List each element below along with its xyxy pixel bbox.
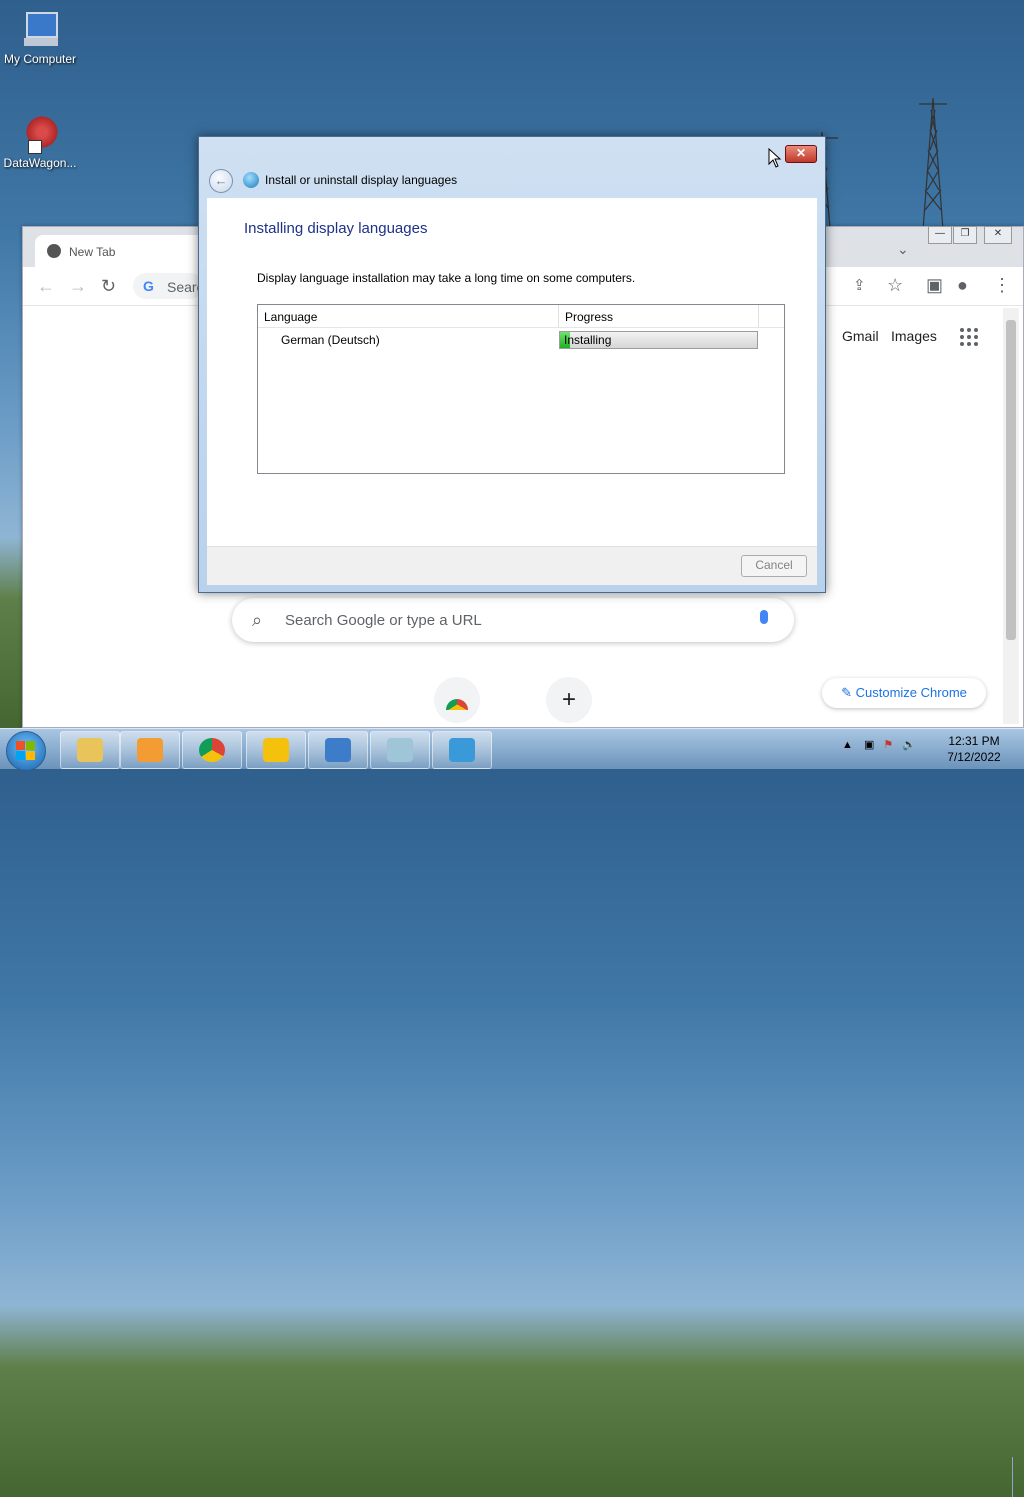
desktop-icon-datawagon[interactable]: DataWagon... [0, 114, 80, 170]
file-explorer-icon [77, 738, 103, 762]
restore-button[interactable]: ❐ [953, 226, 977, 244]
taskbar-button-language-installer[interactable] [432, 731, 492, 769]
images-link[interactable]: Images [891, 328, 937, 344]
google-g-icon: G [143, 278, 154, 294]
chrome-store-icon [446, 699, 468, 710]
language-name: German (Deutsch) [281, 333, 380, 347]
volume-icon[interactable]: 🔈 [902, 739, 916, 751]
google-apps-icon[interactable] [960, 328, 978, 346]
start-button[interactable] [6, 731, 46, 771]
install-progress-bar: Installing [559, 331, 758, 349]
taskbar-button-notepad[interactable] [370, 731, 430, 769]
windows-logo-icon [16, 741, 25, 750]
dialog-title: Install or uninstall display languages [265, 173, 458, 187]
language-installer-icon [449, 738, 475, 762]
dialog-close-button[interactable]: ✕ [785, 145, 817, 163]
search-icon: ⌕ [252, 610, 263, 630]
taskbar-button-lock-app[interactable] [246, 731, 306, 769]
menu-kebab-icon[interactable]: ⋮ [993, 275, 1011, 295]
customize-chrome-label: Customize Chrome [855, 685, 967, 700]
clock-time: 12:31 PM [948, 734, 1000, 748]
cancel-button[interactable]: Cancel [741, 555, 807, 577]
control-panel-icon [325, 738, 351, 762]
bookmark-star-icon[interactable]: ☆ [887, 275, 903, 295]
back-arrow-icon[interactable]: ← [37, 276, 55, 296]
gmail-link[interactable]: Gmail [842, 328, 879, 344]
search-placeholder: Search Google or type a URL [285, 612, 482, 629]
microphone-icon[interactable] [760, 610, 768, 624]
column-divider [558, 305, 559, 327]
taskbar-button-media-player[interactable] [120, 731, 180, 769]
forward-arrow-icon[interactable]: → [69, 276, 87, 296]
media-player-icon [137, 738, 163, 762]
language-list[interactable]: Language Progress German (Deutsch) Insta… [257, 304, 785, 474]
omnibox[interactable]: G Searc [133, 273, 204, 299]
network-icon[interactable]: ▣ [864, 739, 874, 751]
notepad-icon [387, 738, 413, 762]
tab-new-tab[interactable]: New Tab [35, 235, 215, 267]
tab-title: New Tab [69, 245, 116, 259]
dialog-content: Installing display languages Display lan… [207, 198, 817, 546]
language-globe-icon [243, 172, 259, 188]
taskbar-button-file-explorer[interactable] [60, 731, 120, 769]
show-desktop-button[interactable] [1012, 1457, 1024, 1497]
show-hidden-icons-icon[interactable]: ▲ [842, 739, 853, 751]
taskbar-button-control-panel[interactable] [308, 731, 368, 769]
computer-icon [18, 10, 62, 50]
radio-tower-image [905, 90, 965, 231]
share-icon[interactable]: ⇪ [853, 276, 866, 296]
chrome-favicon-icon [47, 244, 61, 258]
list-header: Language Progress [258, 305, 784, 328]
page-scrollbar[interactable] [1003, 308, 1019, 724]
google-search-box[interactable]: ⌕ Search Google or type a URL [232, 598, 794, 642]
column-header-language[interactable]: Language [264, 310, 317, 324]
desktop-icon-my-computer[interactable]: My Computer [0, 10, 80, 66]
scrollbar-thumb[interactable] [1006, 320, 1016, 640]
customize-chrome-button[interactable]: ✎ Customize Chrome [822, 678, 986, 708]
close-button[interactable]: ✕ [984, 226, 1012, 244]
action-center-flag-icon[interactable]: ⚑ [883, 739, 893, 751]
pencil-icon: ✎ [841, 685, 856, 700]
chrome-icon [199, 738, 225, 762]
taskbar-button-chrome[interactable] [182, 731, 242, 769]
install-languages-dialog[interactable]: ✕ ← Install or uninstall display languag… [198, 136, 826, 593]
datawagon-icon [18, 114, 62, 154]
page-heading: Installing display languages [244, 220, 428, 237]
progress-status: Installing [564, 333, 612, 347]
reload-icon[interactable]: ↻ [101, 276, 116, 296]
column-divider [758, 305, 759, 327]
minimize-button[interactable]: — [928, 226, 952, 244]
shortcut-chrome-web-store[interactable] [434, 677, 480, 723]
lock-app-icon [263, 738, 289, 762]
desktop-icon-label: DataWagon... [3, 156, 77, 170]
side-panel-icon[interactable]: ▣ [926, 275, 943, 295]
back-button[interactable]: ← [209, 169, 233, 193]
add-shortcut-button[interactable]: + [546, 677, 592, 723]
tab-search-chevron-icon[interactable]: ⌄ [897, 239, 909, 259]
mouse-cursor-icon [768, 147, 782, 171]
clock-date: 7/12/2022 [947, 750, 1001, 764]
profile-icon[interactable]: ● [957, 275, 968, 295]
system-tray: ▲ ▣ ⚑ 🔈 [842, 738, 916, 751]
taskbar-clock[interactable]: 12:31 PM 7/12/2022 [946, 733, 1002, 765]
column-header-progress[interactable]: Progress [565, 310, 613, 324]
description-text: Display language installation may take a… [257, 271, 636, 285]
dialog-footer: Cancel [207, 546, 817, 585]
desktop-icon-label: My Computer [3, 52, 77, 66]
